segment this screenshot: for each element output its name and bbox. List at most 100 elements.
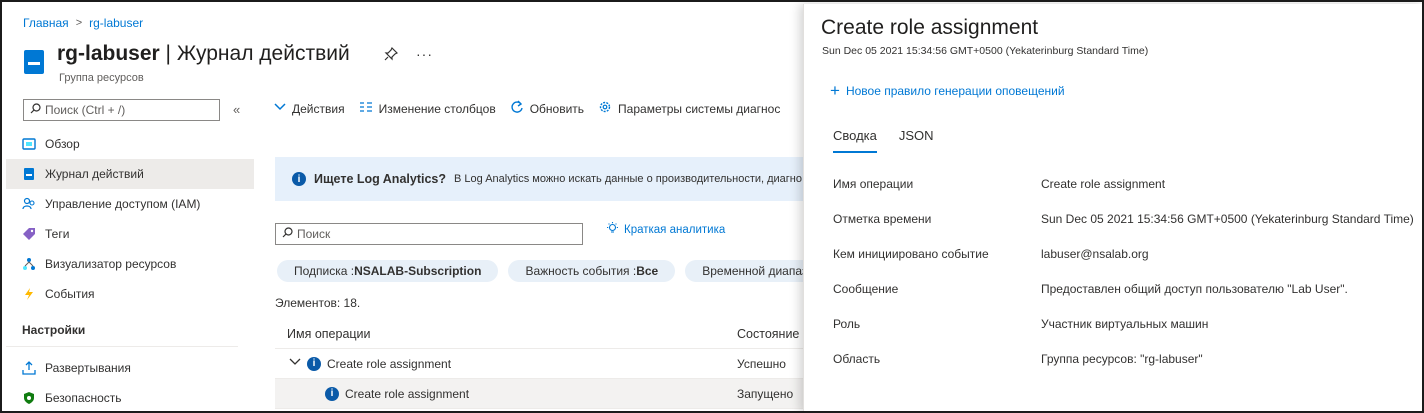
property-value: labuser@nsalab.org [1041,246,1149,261]
activity-search-input[interactable]: Поиск [275,223,583,245]
breadcrumb-home-link[interactable]: Главная [23,16,69,30]
sidebar-item-activity-log[interactable]: Журнал действий [6,159,254,189]
info-text: В Log Analytics можно искать данные о пр… [454,173,802,185]
severity-filter-pill[interactable]: Важность события : Все [508,260,676,282]
item-count: Элементов: 18. [275,296,361,310]
activity-search-placeholder: Поиск [297,227,331,241]
sidebar-item-overview[interactable]: Обзор [6,129,254,159]
activity-table: Имя операции Состояние i Create role ass… [275,319,804,409]
refresh-icon [510,100,524,117]
filter-pills: Подписка : NSALAB-Subscription Важность … [277,260,804,282]
column-header-operation[interactable]: Имя операции [275,327,737,341]
sidebar-item-label: Журнал действий [45,167,144,181]
search-icon [30,103,41,117]
property-row: Область Группа ресурсов: "rg-labuser" [833,341,1414,376]
sidebar-item-iam[interactable]: Управление доступом (IAM) [6,189,254,219]
subscription-filter-pill[interactable]: Подписка : NSALAB-Subscription [277,260,499,282]
sidebar-item-label: Управление доступом (IAM) [45,197,201,211]
info-title: Ищете Log Analytics? [314,172,446,186]
log-analytics-info-banner: i Ищете Log Analytics? В Log Analytics м… [275,157,804,201]
sidebar-item-label: Безопасность [45,391,122,405]
sidebar-search-input[interactable]: Поиск (Ctrl + /) [23,99,220,121]
more-options-button[interactable]: ··· [416,46,433,62]
edit-columns-label: Изменение столбцов [378,101,496,116]
breadcrumb-current-link[interactable]: rg-labuser [89,16,143,30]
sidebar-item-security[interactable]: Безопасность [6,383,254,411]
filter-value: Все [636,264,659,278]
columns-icon [359,101,373,116]
deployments-icon [22,361,36,375]
tag-icon [22,227,36,241]
property-row: Сообщение Предоставлен общий доступ поль… [833,271,1414,306]
property-value: Группа ресурсов: "rg-labuser" [1041,351,1203,366]
page-name: Журнал действий [176,42,350,65]
sidebar-item-label: Обзор [45,137,80,151]
operation-name: Create role assignment [345,386,470,401]
property-row: Кем инициировано событие labuser@nsalab.… [833,236,1414,271]
table-row[interactable]: i Create role assignment Запущено [275,379,804,409]
plus-icon: + [830,81,840,100]
chevron-down-icon [274,101,286,116]
operation-cell: i Create role assignment [275,356,737,371]
diagnostic-settings-button[interactable]: Параметры системы диагнос [598,100,780,117]
sidebar-item-label: События [45,287,95,301]
activity-log-icon [22,167,36,181]
sidebar-item-resource-visualizer[interactable]: Визуализатор ресурсов [6,249,254,279]
status-cell: Запущено [737,386,794,401]
sidebar-item-label: Развертывания [45,361,131,375]
operation-name: Create role assignment [327,356,452,371]
lightbulb-icon [606,222,619,238]
filter-label: Временной диапаз [702,264,804,278]
new-alert-rule-label: Новое правило генерации оповещений [845,84,1065,98]
chevron-down-icon[interactable] [289,356,301,371]
tab-summary[interactable]: Сводка [833,128,877,153]
breadcrumb: Главная > rg-labuser [23,16,143,30]
detail-tabs: Сводка JSON [833,128,934,153]
column-header-status[interactable]: Состояние [737,327,799,341]
quick-insights-link[interactable]: Краткая аналитика [606,222,725,238]
property-key: Область [833,351,881,366]
sidebar-item-deployments[interactable]: Развертывания [6,353,254,383]
screenshot-frame: Главная > rg-labuser rg-labuser | Журнал… [0,0,1424,413]
refresh-button[interactable]: Обновить [510,100,584,117]
detail-properties: Имя операции Create role assignment Отме… [833,166,1414,376]
property-row: Отметка времени Sun Dec 05 2021 15:34:56… [833,201,1414,236]
timespan-filter-pill[interactable]: Временной диапаз [685,260,804,282]
activity-log-blade: Главная > rg-labuser rg-labuser | Журнал… [4,4,804,411]
detail-timestamp: Sun Dec 05 2021 15:34:56 GMT+0500 (Yekat… [822,45,1149,57]
new-alert-rule-button[interactable]: + Новое правило генерации оповещений [830,81,1065,100]
sidebar-item-label: Визуализатор ресурсов [45,257,177,271]
search-icon [282,227,293,241]
property-row: Имя операции Create role assignment [833,166,1414,201]
table-header: Имя операции Состояние [275,319,804,349]
title-divider: | [159,42,177,65]
property-key: Кем инициировано событие [833,246,989,261]
info-icon: i [292,172,306,186]
property-key: Сообщение [833,281,899,296]
events-icon [22,287,36,301]
page-subtitle: Группа ресурсов [59,72,144,84]
gear-icon [598,100,612,117]
sidebar-item-tags[interactable]: Теги [6,219,254,249]
sidebar-nav: Обзор Журнал действий Управление доступо… [6,129,254,411]
sidebar-item-events[interactable]: События [6,279,254,309]
info-icon: i [307,356,321,371]
detail-title: Create role assignment [821,16,1039,39]
filter-label: Важность события : [525,264,637,278]
tab-json[interactable]: JSON [899,128,934,153]
sidebar-search-placeholder: Поиск (Ctrl + /) [45,103,126,117]
actions-button[interactable]: Действия [274,101,345,116]
event-detail-panel: Create role assignment Sun Dec 05 2021 1… [803,4,1422,411]
collapse-sidebar-button[interactable]: « [233,102,240,117]
operation-cell: i Create role assignment [275,386,737,401]
iam-icon [22,197,36,211]
info-icon: i [325,386,339,401]
refresh-label: Обновить [529,101,585,116]
diagnostic-settings-label: Параметры системы диагнос [618,101,781,116]
table-row[interactable]: i Create role assignment Успешно [275,349,804,379]
actions-label: Действия [292,101,345,116]
pin-icon[interactable] [384,46,399,64]
edit-columns-button[interactable]: Изменение столбцов [359,101,496,116]
property-key: Роль [833,316,861,331]
page-title: rg-labuser | Журнал действий [57,42,350,66]
